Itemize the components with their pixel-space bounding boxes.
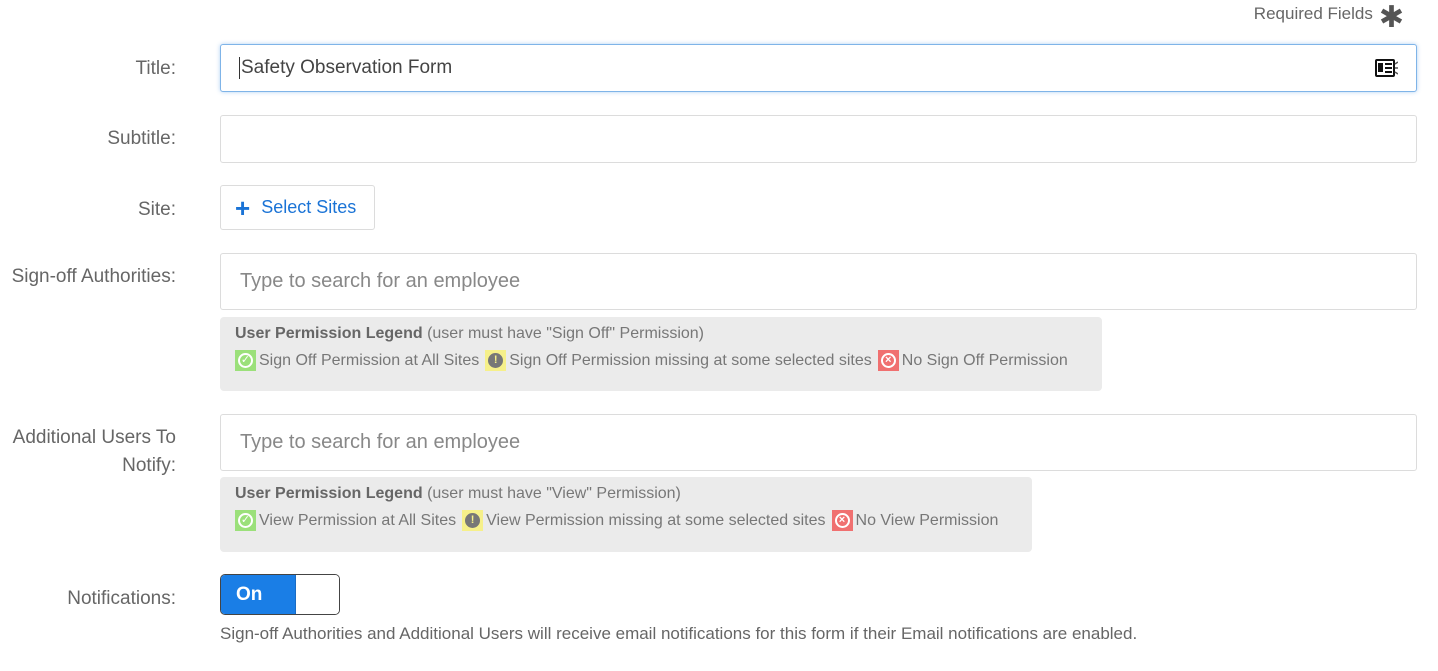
legend-item-text: View Permission missing at some selected… <box>486 511 826 529</box>
notifications-help-text: Sign-off Authorities and Additional User… <box>220 624 1138 643</box>
additional-users-search-input[interactable]: Type to search for an employee <box>220 414 1417 471</box>
legend-title-bold: User Permission Legend <box>235 325 423 342</box>
legend-item-some-sites: ! Sign Off Permission missing at some se… <box>485 350 872 371</box>
legend-title-rest: (user must have "View" Permission) <box>422 485 681 502</box>
notifications-label: Notifications: <box>67 588 176 609</box>
asterisk-icon: ✱ <box>1378 1 1404 34</box>
legend-item-some-sites: ! View Permission missing at some select… <box>462 510 826 531</box>
signoff-authorities-label: Sign-off Authorities: <box>11 266 176 287</box>
title-label: Title: <box>135 58 176 79</box>
legend-title: User Permission Legend (user must have "… <box>235 485 1017 503</box>
form-page: Required Fields ✱ Title: Safety Observat… <box>0 0 1438 671</box>
subtitle-input[interactable] <box>220 115 1417 163</box>
contact-card-icon[interactable] <box>1374 58 1398 78</box>
legend-item-text: Sign Off Permission missing at some sele… <box>509 351 872 369</box>
additional-users-label-line2: Notify: <box>122 455 176 476</box>
plus-icon: + <box>235 192 251 223</box>
x-icon: × <box>877 350 899 371</box>
text-caret <box>239 57 240 79</box>
select-sites-label: Select Sites <box>261 197 357 217</box>
required-fields-note: Required Fields ✱ <box>1253 3 1404 33</box>
view-permission-legend: User Permission Legend (user must have "… <box>220 477 1032 552</box>
legend-items: ✓ View Permission at All Sites ! View Pe… <box>235 510 1017 531</box>
title-input[interactable]: Safety Observation Form <box>220 44 1417 92</box>
legend-item-none: × No View Permission <box>831 510 999 531</box>
check-icon: ✓ <box>235 510 256 531</box>
legend-item-all-sites: ✓ Sign Off Permission at All Sites <box>235 350 479 371</box>
legend-items: ✓ Sign Off Permission at All Sites ! Sig… <box>235 350 1087 371</box>
select-sites-button[interactable]: + Select Sites <box>220 185 375 230</box>
legend-item-text: No Sign Off Permission <box>901 351 1068 369</box>
legend-title: User Permission Legend (user must have "… <box>235 325 1087 343</box>
x-icon: × <box>831 510 853 531</box>
toggle-knob <box>296 575 339 614</box>
legend-item-all-sites: ✓ View Permission at All Sites <box>235 510 456 531</box>
legend-title-bold: User Permission Legend <box>235 485 423 502</box>
notifications-toggle[interactable]: On <box>220 574 340 615</box>
signoff-permission-legend: User Permission Legend (user must have "… <box>220 317 1102 391</box>
required-fields-label: Required Fields <box>1253 4 1373 23</box>
exclamation-icon: ! <box>462 510 484 531</box>
additional-users-label-line1: Additional Users To <box>12 427 176 448</box>
legend-item-text: View Permission at All Sites <box>259 511 457 529</box>
toggle-on-label: On <box>221 575 296 614</box>
subtitle-label: Subtitle: <box>107 128 176 149</box>
legend-title-rest: (user must have "Sign Off" Permission) <box>422 325 705 342</box>
signoff-authorities-search-input[interactable]: Type to search for an employee <box>220 253 1417 310</box>
legend-item-text: Sign Off Permission at All Sites <box>259 351 480 369</box>
signoff-search-placeholder: Type to search for an employee <box>240 270 521 292</box>
check-icon: ✓ <box>235 350 256 371</box>
title-input-value: Safety Observation Form <box>241 57 453 78</box>
additional-users-search-placeholder: Type to search for an employee <box>240 431 521 453</box>
site-label: Site: <box>137 199 176 220</box>
additional-users-label: Additional Users To Notify: <box>0 424 176 480</box>
legend-item-text: No View Permission <box>855 511 999 529</box>
legend-item-none: × No Sign Off Permission <box>877 350 1068 371</box>
exclamation-icon: ! <box>485 350 507 371</box>
